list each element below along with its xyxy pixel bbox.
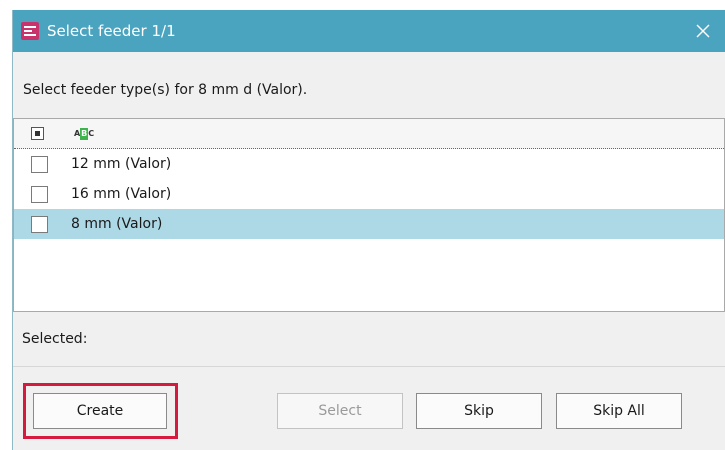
close-button[interactable] — [680, 10, 725, 52]
item-checkbox[interactable] — [31, 216, 48, 233]
item-label: 8 mm (Valor) — [71, 216, 163, 232]
smt-app-icon — [21, 22, 39, 40]
select-button[interactable]: Select — [277, 393, 403, 429]
dialog-title: Select feeder 1/1 — [47, 22, 176, 40]
select-all-checkbox[interactable] — [31, 127, 44, 140]
item-label: 16 mm (Valor) — [71, 186, 172, 202]
skip-all-button[interactable]: Skip All — [556, 393, 682, 429]
divider — [13, 366, 725, 367]
abc-sort-icon[interactable]: ABC — [74, 128, 96, 140]
list-header: ABC — [14, 119, 724, 149]
list-item[interactable]: 12 mm (Valor) — [14, 149, 724, 179]
close-icon — [696, 24, 710, 38]
selected-label: Selected: — [22, 331, 88, 347]
title-bar[interactable]: Select feeder 1/1 — [13, 10, 725, 52]
item-checkbox[interactable] — [31, 156, 48, 173]
list-item-selected[interactable]: 8 mm (Valor) — [14, 209, 724, 239]
list-item[interactable]: 16 mm (Valor) — [14, 179, 724, 209]
skip-button[interactable]: Skip — [416, 393, 542, 429]
prompt-text: Select feeder type(s) for 8 mm d (Valor)… — [23, 82, 308, 98]
create-button[interactable]: Create — [33, 393, 167, 429]
item-label: 12 mm (Valor) — [71, 156, 172, 172]
select-feeder-dialog: Select feeder 1/1 Select feeder type(s) … — [12, 10, 725, 450]
item-checkbox[interactable] — [31, 186, 48, 203]
feeder-type-list[interactable]: ABC 12 mm (Valor) 16 mm (Valor) 8 mm (Va… — [13, 118, 725, 312]
